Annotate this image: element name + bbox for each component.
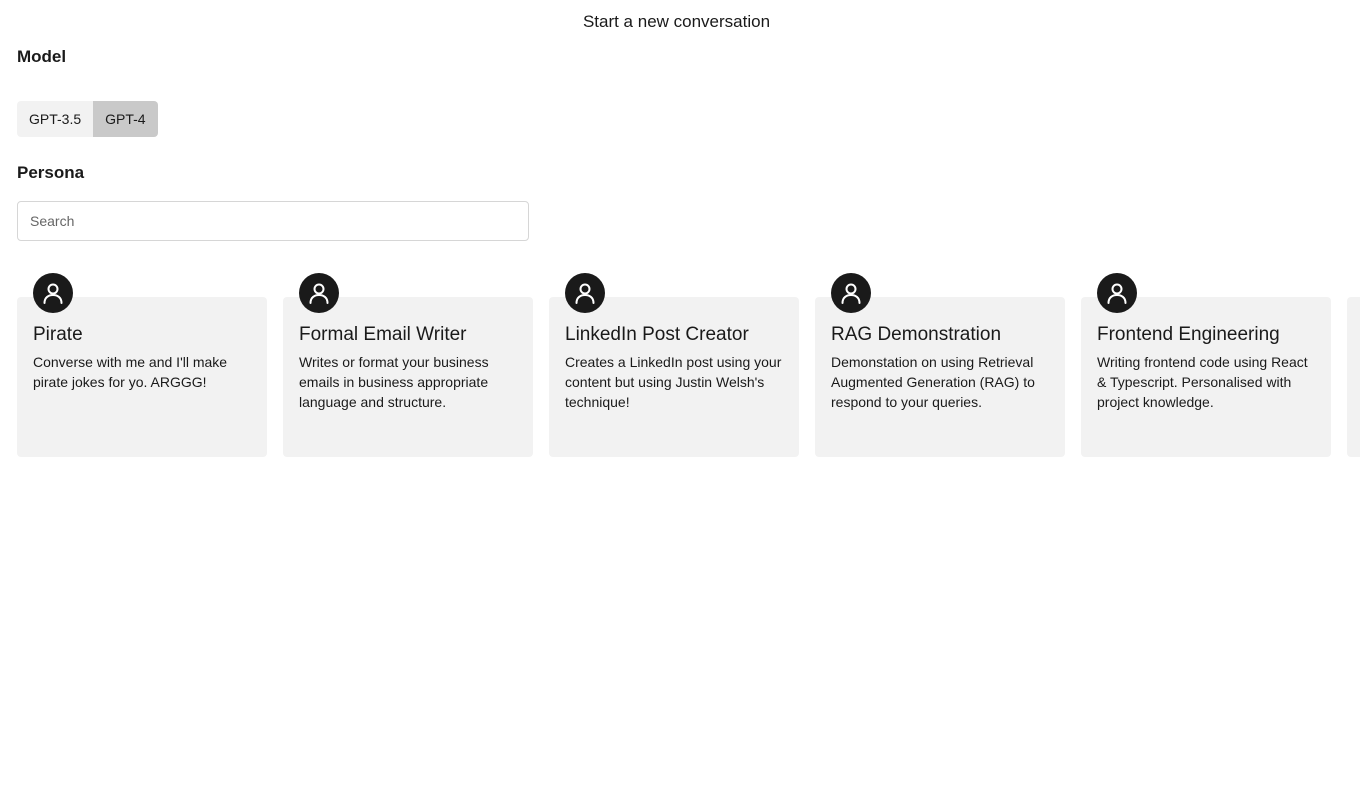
user-icon — [33, 273, 73, 313]
persona-card-description: Creates a LinkedIn post using your conte… — [565, 354, 782, 410]
persona-card-title: Formal Email Writer — [299, 324, 467, 345]
persona-card-formal-email-writer[interactable]: Formal Email Writer Writes or format you… — [283, 273, 533, 457]
persona-card-description: Converse with me and I'll make pirate jo… — [33, 354, 228, 390]
persona-card-title: Frontend Engineering — [1097, 324, 1280, 345]
persona-card-frontend-engineering[interactable]: Frontend Engineering Writing frontend co… — [1081, 273, 1331, 457]
page-title: Start a new conversation — [582, 12, 771, 31]
persona-card-pirate[interactable]: Pirate Converse with me and I'll make pi… — [17, 273, 267, 457]
model-toggle-group: GPT-3.5 GPT-4 — [17, 101, 158, 137]
user-icon — [1097, 273, 1137, 313]
persona-card-title: Pirate — [33, 324, 83, 345]
new-conversation-page: Start a new conversation Model GPT-3.5 G… — [0, 0, 1360, 788]
persona-card-title: LinkedIn Post Creator — [565, 324, 749, 345]
user-icon — [565, 273, 605, 313]
persona-card-title: RAG Demonstration — [831, 324, 1002, 345]
user-icon — [299, 273, 339, 313]
persona-search-input[interactable] — [17, 201, 529, 241]
persona-card-linkedin-post-creator[interactable]: LinkedIn Post Creator Creates a LinkedIn… — [549, 273, 799, 457]
persona-card-description: Demonstation on using Retrieval Augmente… — [831, 354, 1035, 410]
model-option-gpt-3-5[interactable]: GPT-3.5 — [17, 101, 94, 137]
user-icon — [831, 273, 871, 313]
persona-card-partial[interactable] — [1347, 297, 1360, 457]
persona-card-rag-demonstration[interactable]: RAG Demonstration Demonstation on using … — [815, 273, 1065, 457]
persona-section-label: Persona — [17, 163, 85, 182]
persona-card-description: Writes or format your business emails in… — [299, 354, 489, 410]
persona-card-list: Pirate Converse with me and I'll make pi… — [17, 273, 1360, 473]
persona-card-description: Writing frontend code using React & Type… — [1097, 354, 1308, 410]
model-section-label: Model — [17, 47, 67, 66]
model-option-gpt-4[interactable]: GPT-4 — [93, 101, 158, 137]
